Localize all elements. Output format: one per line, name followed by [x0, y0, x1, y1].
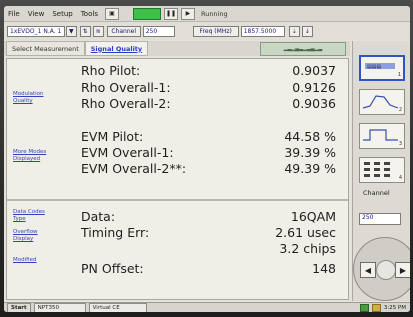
table-view-icon: ▤▤▤ [365, 63, 395, 70]
metric-label: Rho Overall-2: [81, 96, 171, 111]
freq-button[interactable]: Freq (MHz) [192, 25, 239, 37]
standard-select[interactable]: 1xEVDO_1 N.A. 1 [7, 25, 65, 37]
timing-value-usec: 2.61 usec [275, 225, 336, 240]
link-more-modes[interactable]: More Modes Displayed [13, 149, 53, 163]
metric-value: 0.9126 [292, 80, 336, 95]
dial-center-button[interactable] [376, 260, 396, 280]
timing-value-chips: 3.2 chips [279, 241, 336, 256]
save-icon[interactable]: ▣ [104, 7, 119, 20]
measurement-panel: Modulation Quality More Modes Displayed … [6, 58, 349, 300]
menu-setup[interactable]: Setup [48, 10, 76, 18]
spectrum-icon [362, 95, 399, 109]
grid-icon [364, 162, 390, 177]
pn-offset-label: PN Offset: [81, 261, 144, 276]
menu-tools[interactable]: Tools [77, 10, 102, 18]
view-thumb-grid[interactable]: 4 [359, 157, 405, 183]
channel-input[interactable]: 250 [359, 213, 401, 225]
metric-value: 39.39 % [284, 145, 336, 160]
pulse-icon [363, 129, 398, 141]
link-modified[interactable]: Modified [13, 257, 53, 264]
menu-view[interactable]: View [24, 10, 49, 18]
arrow-left-icon[interactable]: ◀ [360, 262, 376, 278]
device-screen: File View Setup Tools ▣ ❚❚ ▶ Running 1xE… [4, 6, 410, 312]
signal-icon[interactable]: ≋ [92, 25, 104, 37]
arrow-icon[interactable]: ↓ [301, 25, 313, 37]
task-virtual-ce[interactable]: Virtual CE [88, 303, 147, 312]
channel-button[interactable]: Channel [106, 25, 141, 37]
link-modulation-quality[interactable]: Modulation Quality [13, 91, 53, 105]
chevron-down-icon[interactable]: ▼ [66, 25, 77, 37]
tab-signal-quality[interactable]: Signal Quality [84, 41, 149, 56]
task-npt350[interactable]: NPT350 [33, 303, 86, 312]
control-row: 1xEVDO_1 N.A. 1 ▼ ⇅ ≋ Channel 250 Freq (… [4, 22, 410, 40]
metric-value: 49.39 % [284, 161, 336, 176]
antenna-icon[interactable]: ⇅ [79, 25, 91, 37]
channel-label: Channel [363, 189, 390, 197]
metric-value: 0.9036 [292, 96, 336, 111]
thumb-number: 3 [398, 141, 402, 147]
pn-offset-value: 148 [312, 261, 336, 276]
thumb-number: 1 [397, 72, 401, 78]
run-status: Running [200, 9, 228, 18]
metric-label: EVM Overall-2**: [81, 161, 187, 176]
start-button[interactable]: Start [7, 303, 31, 312]
metric-value: 44.58 % [284, 129, 336, 144]
mini-status-chart: ▂▃▂▄▃▂▃▄▂▃ [260, 41, 346, 56]
metric-value: 0.9037 [292, 63, 336, 78]
marker-icon[interactable]: ⇣ [288, 25, 300, 37]
section-divider [7, 199, 348, 201]
view-thumb-table[interactable]: ▤▤▤ 1 [359, 55, 405, 81]
battery-icon [371, 304, 381, 312]
view-thumb-pulse[interactable]: 3 [359, 123, 405, 149]
menu-bar: File View Setup Tools ▣ ❚❚ ▶ Running [4, 6, 410, 22]
metric-label: EVM Pilot: [81, 129, 144, 144]
play-button[interactable]: ▶ [180, 7, 195, 20]
freq-field[interactable]: 1857.5000 [240, 25, 285, 37]
tab-select-measurement[interactable]: Select Measurement [6, 41, 85, 56]
thumb-number: 2 [398, 107, 402, 113]
pause-button[interactable]: ❚❚ [163, 7, 178, 20]
link-overflow-display[interactable]: Overflow Display [13, 229, 53, 243]
menu-file[interactable]: File [4, 10, 24, 18]
clock: 3:25 PM [383, 305, 406, 311]
data-value: 16QAM [290, 209, 336, 224]
metric-label: Rho Overall-1: [81, 80, 171, 95]
metric-label: Rho Pilot: [81, 63, 141, 78]
network-icon [359, 304, 369, 312]
navigation-dial[interactable]: ◀ ▶ [353, 237, 410, 301]
run-button[interactable] [132, 7, 161, 20]
view-thumb-spectrum[interactable]: 2 [359, 89, 405, 115]
data-label: Data: [81, 209, 116, 224]
timing-label: Timing Err: [81, 225, 150, 240]
thumb-number: 4 [398, 175, 402, 181]
svg-text:▤▤▤: ▤▤▤ [367, 64, 381, 70]
metric-label: EVM Overall-1: [81, 145, 174, 160]
link-data-codes[interactable]: Data Codes Type [13, 209, 47, 223]
system-tray: 3:25 PM [359, 304, 406, 312]
channel-field[interactable]: 250 [142, 25, 175, 37]
view-selector-panel: ▤▤▤ 1 2 3 4 Channel 250 ◀ ▶ [352, 41, 410, 301]
taskbar: Start NPT350 Virtual CE 3:25 PM [4, 302, 410, 312]
arrow-right-icon[interactable]: ▶ [395, 262, 410, 278]
tab-row: Select Measurement Signal Quality ▂▃▂▄▃▂… [4, 41, 350, 56]
